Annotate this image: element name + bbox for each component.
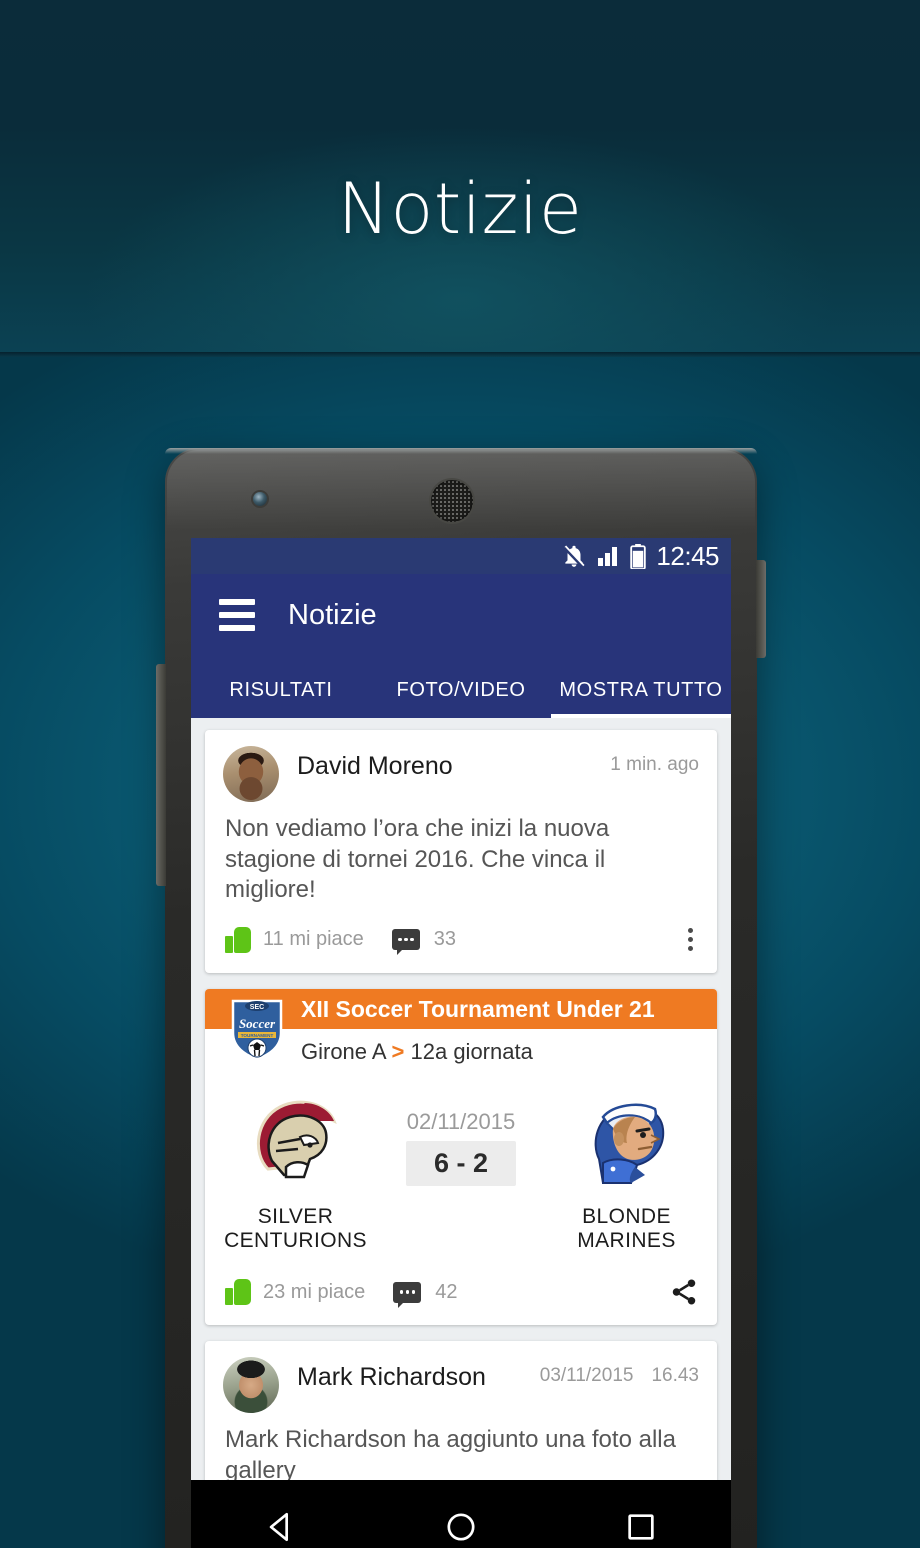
power-button[interactable] [756,560,766,658]
promo-stage: Notizie 12:45 Notizie RISULTATI FOTO/VID… [0,0,920,1548]
home-team-name: SILVER CENTURIONS [224,1205,367,1253]
post-author-name[interactable]: David Moreno [297,752,610,781]
hamburger-menu-icon[interactable] [219,599,255,631]
match-comment-count[interactable]: 42 [435,1281,457,1304]
match-scoreboard: SILVER CENTURIONS 02/11/2015 6 - 2 BLOND… [205,1077,717,1259]
tab-risultati[interactable]: RISULTATI [191,679,371,718]
gallery-post-author-name[interactable]: Mark Richardson [297,1363,540,1392]
android-nav-bar [191,1480,731,1548]
soccer-tournament-shield-logo: SEC Soccer TOURNAMENT [229,997,285,1061]
news-feed[interactable]: David Moreno 1 min. ago Non vediamo l’or… [191,718,731,1480]
thumbs-up-icon[interactable] [225,926,251,953]
kebab-menu-icon[interactable] [682,924,699,955]
svg-text:Soccer: Soccer [239,1016,276,1031]
match-center: 02/11/2015 6 - 2 [376,1083,546,1187]
promo-title: Notizie [337,168,583,250]
post-timestamp: 1 min. ago [610,754,699,775]
post-text: Non vediamo l’ora che inizi la nuova sta… [225,815,610,904]
svg-text:TOURNAMENT: TOURNAMENT [241,1033,274,1038]
status-bar: 12:45 [191,538,731,574]
post-like-count[interactable]: 11 mi piace [263,928,364,951]
breadcrumb-separator: > [391,1039,405,1065]
marine-sailor-logo [569,1083,685,1199]
earpiece-speaker-icon [431,480,473,522]
tab-mostra-tutto[interactable]: MOSTRA TUTTO [551,679,731,718]
gallery-post-timestamp: 03/11/2015 16.43 [540,1365,699,1387]
post-header: David Moreno 1 min. ago [205,730,717,802]
mute-bell-icon [561,543,587,569]
gallery-post-header: Mark Richardson 03/11/2015 16.43 [205,1341,717,1414]
post-actions: 11 mi piace 33 [205,906,717,973]
phone-screen: 12:45 Notizie RISULTATI FOTO/VIDEO MOSTR… [191,538,731,1480]
svg-text:SEC: SEC [250,1004,264,1011]
back-triangle-icon[interactable] [264,1510,298,1548]
post-card[interactable]: David Moreno 1 min. ago Non vediamo l’or… [205,730,717,974]
match-date: 02/11/2015 [406,1109,516,1135]
tab-foto-video[interactable]: FOTO/VIDEO [371,679,551,718]
gallery-post-time: 16.43 [651,1365,699,1387]
phone-edge-highlight [165,448,757,454]
share-icon[interactable] [669,1277,699,1307]
status-bar-clock: 12:45 [656,541,719,571]
match-actions: 23 mi piace 42 [205,1259,717,1325]
app-bar: Notizie [191,574,731,656]
match-result-card[interactable]: XII Soccer Tournament Under 21 Girone A … [205,989,717,1326]
comment-bubble-icon[interactable] [393,1281,422,1308]
tab-active-indicator [551,714,731,718]
tab-bar: RISULTATI FOTO/VIDEO MOSTRA TUTTO [191,656,731,718]
battery-icon [629,543,647,569]
front-camera-icon [253,492,267,506]
match-group: Girone A [301,1039,386,1065]
recents-square-icon[interactable] [624,1510,658,1548]
match-matchday: 12a giornata [410,1039,533,1065]
phone-mockup: 12:45 Notizie RISULTATI FOTO/VIDEO MOSTR… [156,448,766,1548]
away-team-name: BLONDE MARINES [577,1205,676,1253]
home-circle-icon[interactable] [444,1510,478,1548]
match-like-count[interactable]: 23 mi piace [263,1281,365,1304]
post-comment-count[interactable]: 33 [434,928,456,951]
comment-bubble-icon[interactable] [391,929,420,956]
signal-bars-icon [596,544,620,568]
avatar[interactable] [223,746,279,802]
gallery-post-date: 03/11/2015 [539,1365,634,1387]
volume-button[interactable] [156,664,166,886]
gallery-post-text: Mark Richardson ha aggiunto una foto all… [225,1426,676,1480]
away-team[interactable]: BLONDE MARINES [546,1083,707,1253]
home-team[interactable]: SILVER CENTURIONS [215,1083,376,1253]
match-score: 6 - 2 [405,1141,517,1187]
avatar[interactable] [223,1357,279,1414]
app-bar-title: Notizie [288,598,377,631]
gallery-post-card[interactable]: Mark Richardson 03/11/2015 16.43 Mark Ric… [205,1341,717,1480]
thumbs-up-icon[interactable] [225,1279,251,1306]
centurion-helmet-logo [238,1083,354,1199]
